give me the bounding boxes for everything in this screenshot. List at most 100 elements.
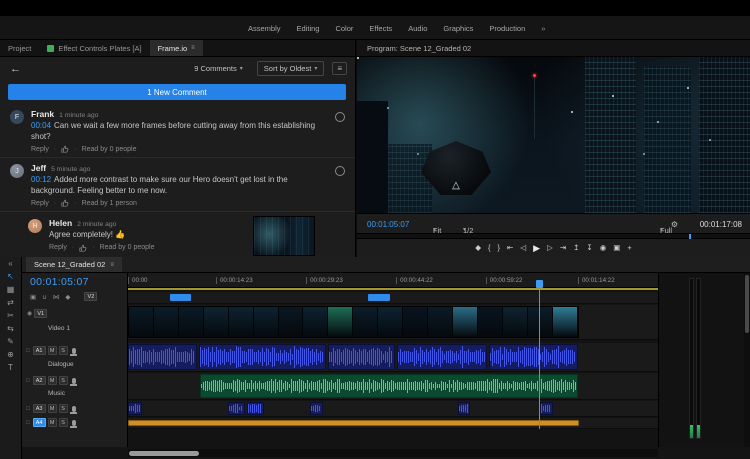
solo-button[interactable]: S [59,404,68,413]
timeline-horizontal-scrollbar[interactable] [128,449,658,457]
timeline-clip[interactable] [368,294,390,301]
workspace-tab-effects[interactable]: Effects [361,20,400,37]
timeline-clip[interactable] [128,306,579,338]
resolve-toggle[interactable] [335,166,345,176]
solo-button[interactable]: S [59,346,68,355]
like-icon[interactable] [61,199,69,207]
workspace-tab-production[interactable]: Production [481,20,533,37]
timeline-vertical-scrollbar[interactable] [744,273,750,447]
comments-count-dropdown[interactable]: 9 Comments▾ [188,62,249,75]
go-to-out-button[interactable]: ⇥ [560,244,566,252]
step-forward-button[interactable]: ▷ [547,244,553,252]
scrollbar-handle[interactable] [129,451,199,456]
voice-over-record-icon[interactable] [72,420,76,426]
settings-wrench-icon[interactable]: ⚙ [671,220,678,229]
timeline-clip[interactable] [397,344,487,370]
resolve-toggle[interactable] [335,112,345,122]
go-to-in-button[interactable]: ⇤ [507,244,513,252]
comment-video-thumbnail[interactable] [253,216,315,256]
back-button[interactable]: ← [10,63,21,75]
timeline-playhead[interactable] [539,280,540,429]
workspace-tab-graphics[interactable]: Graphics [435,20,481,37]
voice-over-record-icon[interactable] [72,378,76,384]
lock-icon[interactable]: □ [26,406,30,412]
track-a1-button[interactable]: A1 [33,346,46,355]
track-output-icon[interactable]: ◉ [27,310,32,317]
lock-icon[interactable]: □ [26,348,30,354]
mark-in-button[interactable]: { [488,244,491,252]
track-a3-button[interactable]: A3 [33,404,46,413]
workspace-overflow-icon[interactable]: » [533,20,553,37]
solo-button[interactable]: S [59,376,68,385]
sequence-nest-icon[interactable]: ▣ [30,293,36,301]
comment-timecode-link[interactable]: 00:12 [31,175,51,184]
read-receipt[interactable]: Read by 0 people [82,146,137,153]
timeline-clip[interactable] [128,420,579,426]
play-button[interactable]: ▶ [533,244,540,253]
track-select-tool[interactable]: ▦ [7,286,15,294]
reply-button[interactable]: Reply [31,200,49,207]
track-v1-button[interactable]: V1 [34,309,47,318]
panel-menu-icon[interactable]: ≡ [110,262,114,268]
tab-effect-controls[interactable]: Effect Controls Plates [A] [39,40,149,56]
step-back-button[interactable]: ◁ [520,244,526,252]
collapse-panel-icon[interactable]: « [8,259,12,268]
panel-menu-icon[interactable]: ≡ [191,45,195,51]
lock-icon[interactable]: □ [26,420,30,426]
reply-button[interactable]: Reply [31,146,49,153]
timeline-clip[interactable] [489,344,578,370]
workspace-tab-audio[interactable]: Audio [400,20,435,37]
comparison-view-button[interactable]: ▣ [613,244,620,252]
like-icon[interactable] [61,145,69,153]
read-receipt[interactable]: Read by 0 people [100,244,155,251]
workspace-tab-editing[interactable]: Editing [289,20,328,37]
mark-out-button[interactable]: } [498,244,501,252]
solo-button[interactable]: S [59,418,68,427]
timeline-clip[interactable] [228,402,245,415]
timeline-clip[interactable] [200,374,578,398]
export-frame-button[interactable]: ◉ [600,244,607,252]
button-editor-button[interactable]: + [627,244,631,252]
timeline-clip[interactable] [128,402,142,415]
timeline-clip[interactable] [199,344,326,370]
timeline-clip[interactable] [247,402,264,415]
program-title[interactable]: Program: Scene 12_Graded 02 [367,44,471,53]
add-marker-button[interactable]: ◆ [475,244,481,252]
selection-tool[interactable]: ↖ [7,273,14,281]
sequence-tab[interactable]: Scene 12_Graded 02≡ [26,257,122,272]
reply-button[interactable]: Reply [49,244,67,251]
slip-tool[interactable]: ⇆ [7,325,14,333]
linked-selection-icon[interactable]: ⋈ [53,293,60,301]
timeline-clip[interactable] [310,402,323,415]
timeline-clip[interactable] [170,294,190,301]
timeline-ruler[interactable]: 00:00 00:00:14:23 00:00:29:23 00:00:44:2… [128,273,658,288]
comment-timecode-link[interactable]: 00:04 [31,121,51,130]
like-icon[interactable] [79,244,87,252]
read-receipt[interactable]: Read by 1 person [82,200,137,207]
timeline-current-timecode[interactable]: 00:01:05:07 [30,276,89,288]
mute-button[interactable]: M [48,418,57,427]
extract-button[interactable]: ↧ [586,244,592,252]
track-a4-button[interactable]: A4 [33,418,46,427]
razor-tool[interactable]: ✂ [7,312,14,320]
timeline-clip[interactable] [458,402,470,415]
timeline-clip[interactable] [540,402,553,415]
mute-button[interactable]: M [48,376,57,385]
track-v2-button[interactable]: V2 [84,292,97,301]
work-area-bar[interactable] [128,288,658,290]
track-a2-button[interactable]: A2 [33,376,46,385]
lift-button[interactable]: ↥ [573,244,579,252]
workspace-tab-assembly[interactable]: Assembly [240,20,289,37]
voice-over-record-icon[interactable] [72,348,76,354]
scrollbar-handle[interactable] [745,275,749,333]
mute-button[interactable]: M [48,346,57,355]
type-tool[interactable]: T [8,364,13,372]
voice-over-record-icon[interactable] [72,406,76,412]
hand-tool[interactable]: ⊕ [7,351,14,359]
workspace-tab-color[interactable]: Color [327,20,361,37]
sort-dropdown[interactable]: Sort by Oldest▾ [257,61,325,76]
lock-icon[interactable]: □ [26,378,30,384]
timeline-clip[interactable] [128,344,197,370]
add-marker-icon[interactable]: ◆ [65,293,70,301]
timeline-clip[interactable] [328,344,395,370]
